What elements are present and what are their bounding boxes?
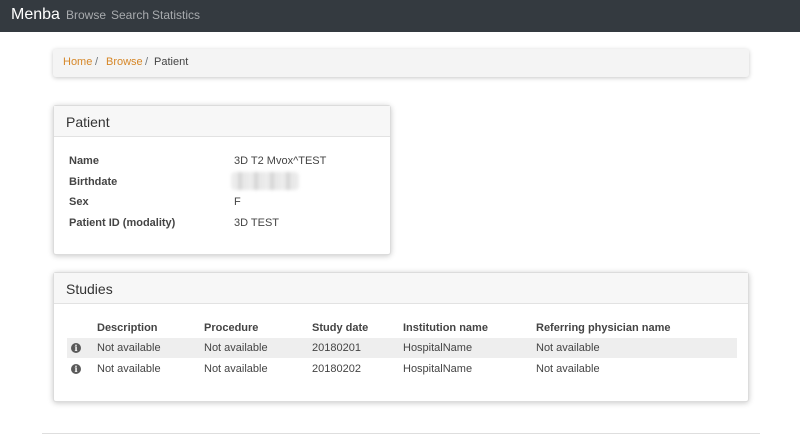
birthdate-label: Birthdate: [69, 176, 118, 188]
column-header-referring-physician: Referring physician name: [536, 322, 671, 334]
cell-description: Not available: [97, 363, 161, 375]
nav-link-statistics[interactable]: Statistics: [152, 8, 200, 22]
sex-value: F: [234, 196, 241, 208]
patient-card-header: Patient: [54, 106, 390, 137]
breadcrumb-current: Patient: [154, 56, 189, 68]
cell-description: Not available: [97, 342, 161, 354]
column-header-description: Description: [97, 322, 158, 334]
birthdate-value-redacted: [231, 172, 299, 190]
info-circle-icon[interactable]: i: [71, 343, 81, 353]
column-header-study-date: Study date: [312, 322, 369, 334]
studies-card: Studies Description Procedure Study date…: [53, 272, 749, 402]
cell-referring-physician: Not available: [536, 342, 600, 354]
cell-procedure: Not available: [204, 363, 268, 375]
table-row[interactable]: i Not available Not available 20180202 H…: [67, 359, 737, 379]
column-header-institution-name: Institution name: [403, 322, 488, 334]
info-circle-icon[interactable]: i: [71, 364, 81, 374]
footer-divider: [42, 433, 760, 434]
patient-id-value: 3D TEST: [234, 217, 280, 229]
cell-procedure: Not available: [204, 342, 268, 354]
patient-card-title: Patient: [66, 114, 110, 130]
sex-label: Sex: [69, 196, 89, 208]
table-row[interactable]: i Not available Not available 20180201 H…: [67, 338, 737, 358]
brand-logo-text[interactable]: Menba: [11, 6, 60, 24]
nav-link-browse[interactable]: Browse: [66, 8, 106, 22]
studies-card-title: Studies: [66, 281, 113, 297]
name-value: 3D T2 Mvox^TEST: [234, 155, 327, 167]
cell-referring-physician: Not available: [536, 363, 600, 375]
patient-id-label: Patient ID (modality): [69, 217, 176, 229]
nav-link-search[interactable]: Search: [111, 8, 149, 22]
cell-study-date: 20180202: [312, 363, 361, 375]
cell-study-date: 20180201: [312, 342, 361, 354]
breadcrumb-home-link[interactable]: Home: [63, 56, 92, 68]
breadcrumb-separator: /: [145, 56, 149, 68]
breadcrumb: Home / Browse / Patient: [53, 49, 749, 77]
top-navbar: Menba Browse Search Statistics: [0, 0, 800, 32]
column-header-procedure: Procedure: [204, 322, 259, 334]
breadcrumb-separator: /: [95, 56, 99, 68]
studies-card-header: Studies: [54, 273, 748, 304]
cell-institution: HospitalName: [403, 342, 473, 354]
breadcrumb-browse-link[interactable]: Browse: [106, 56, 143, 68]
cell-institution: HospitalName: [403, 363, 473, 375]
name-label: Name: [69, 155, 99, 167]
patient-card: Patient Name 3D T2 Mvox^TEST Birthdate S…: [53, 105, 391, 255]
